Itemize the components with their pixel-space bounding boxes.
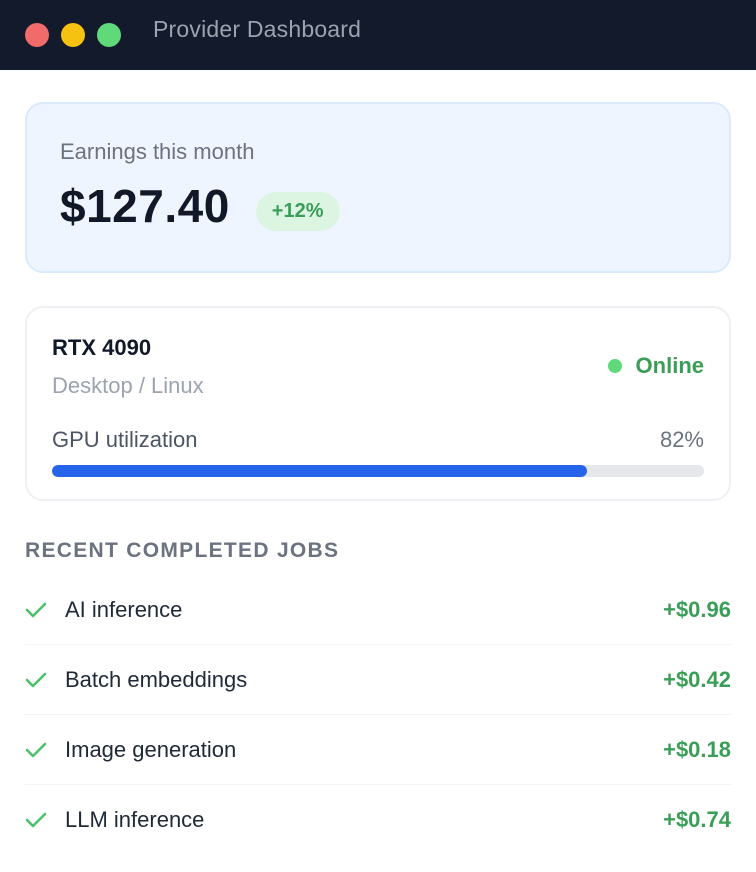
job-name: Batch embeddings [65, 666, 248, 692]
maximize-dot-icon[interactable] [97, 23, 121, 47]
close-dot-icon[interactable] [25, 23, 49, 47]
job-amount: +$0.96 [663, 596, 731, 622]
check-icon [25, 811, 65, 829]
job-name: Image generation [65, 736, 237, 762]
job-amount: +$0.74 [663, 807, 731, 832]
check-icon [25, 671, 65, 689]
minimize-dot-icon[interactable] [61, 23, 85, 47]
list-item[interactable]: Image generation +$0.18 [25, 715, 731, 785]
earnings-card: Earnings this month $127.40 +12% [25, 102, 731, 273]
job-name: AI inference [65, 596, 183, 622]
app-window: Provider Dashboard Earnings this month $… [0, 0, 756, 872]
earnings-amount: $127.40 [60, 180, 230, 232]
utilization-label: GPU utilization [52, 427, 198, 452]
device-card: RTX 4090 Desktop / Linux Online GPU util… [25, 306, 731, 501]
device-name: RTX 4090 [52, 335, 152, 360]
dashboard-content: Earnings this month $127.40 +12% RTX 409… [0, 70, 756, 855]
utilization-percent: 82% [659, 427, 704, 452]
title-bar: Provider Dashboard [0, 0, 756, 70]
utilization-bar [52, 465, 704, 477]
utilization-bar-fill [52, 465, 587, 477]
check-icon [25, 741, 65, 759]
job-amount: +$0.42 [663, 666, 731, 692]
device-platform: Desktop / Linux [52, 373, 204, 398]
check-icon [25, 601, 65, 619]
earnings-change-badge: +12% [255, 191, 340, 231]
earnings-row: $127.40 +12% [60, 179, 696, 233]
online-dot-icon [607, 359, 622, 373]
utilization-row: GPU utilization 82% [52, 427, 704, 453]
list-item[interactable]: Batch embeddings +$0.42 [25, 645, 731, 715]
job-name: LLM inference [65, 807, 205, 832]
window-title: Provider Dashboard [153, 16, 362, 42]
list-item[interactable]: LLM inference +$0.74 [25, 785, 731, 855]
status-text: Online [635, 353, 704, 378]
list-item[interactable]: AI inference +$0.96 [25, 575, 731, 645]
status-badge: Online [607, 353, 704, 379]
earnings-label: Earnings this month [60, 139, 255, 164]
jobs-list: AI inference +$0.96 Batch embeddings +$0… [25, 575, 731, 855]
section-title: RECENT COMPLETED JOBS [25, 539, 340, 562]
job-amount: +$0.18 [663, 736, 731, 762]
